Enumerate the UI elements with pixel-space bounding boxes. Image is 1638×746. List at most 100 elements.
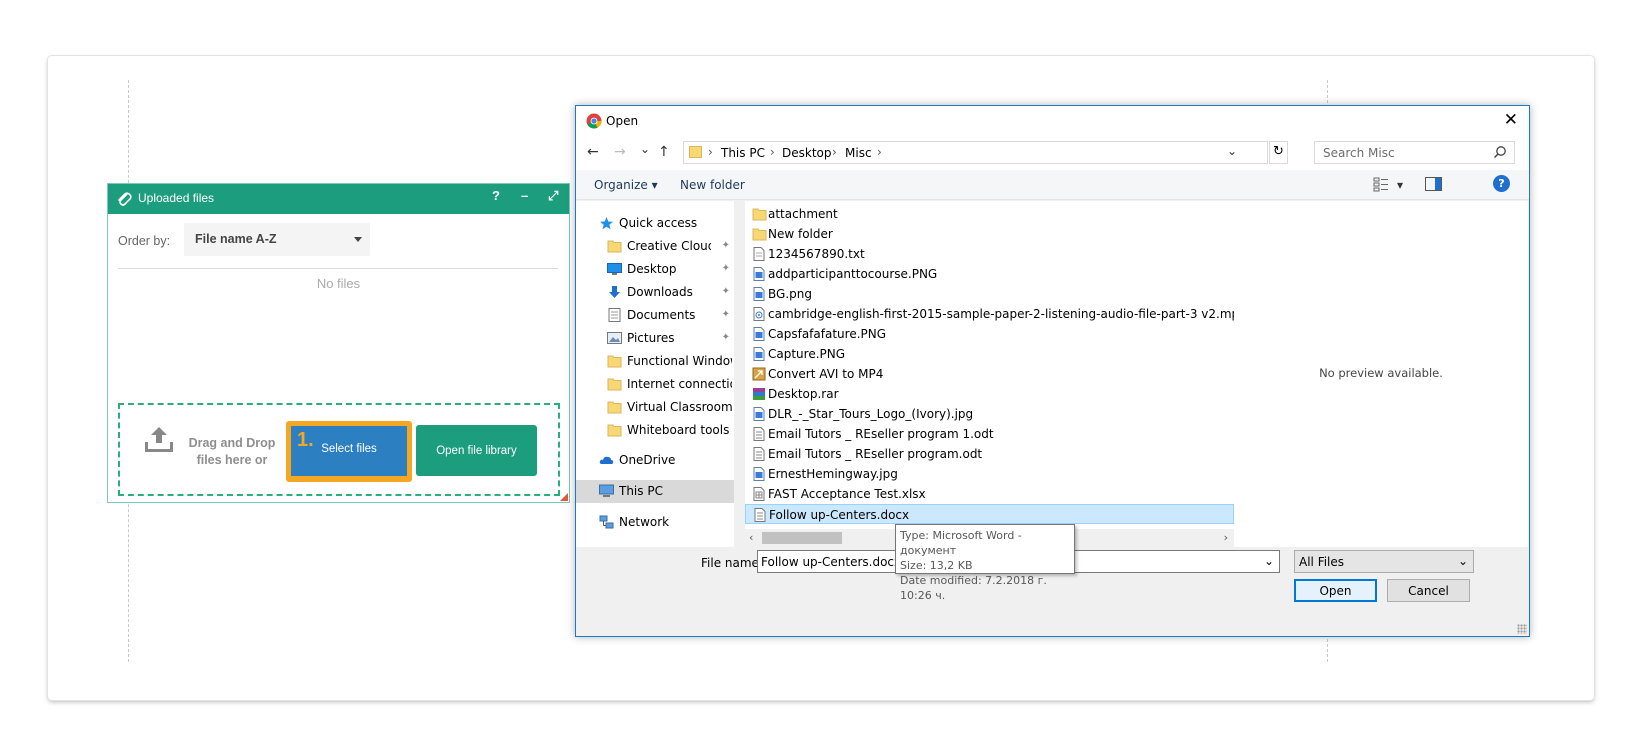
order-by-select[interactable]: File name A-Z bbox=[184, 223, 370, 256]
document-file-icon bbox=[752, 427, 765, 441]
nav-item-pictures[interactable]: Pictures ✦ bbox=[576, 327, 734, 350]
file-name: addparticipanttocourse.PNG bbox=[768, 267, 938, 281]
file-row[interactable]: 1234567890.txt bbox=[745, 244, 1234, 264]
nav-item-quick-access[interactable]: Quick access bbox=[576, 212, 734, 235]
file-row[interactable]: DLR_-_Star_Tours_Logo_(Ivory).jpg bbox=[745, 404, 1234, 424]
file-row[interactable]: New folder bbox=[745, 224, 1234, 244]
file-type-select[interactable]: All Files ⌄ bbox=[1294, 550, 1474, 573]
help-icon[interactable]: ? bbox=[1493, 175, 1510, 192]
file-row[interactable]: Convert AVI to MP4 bbox=[745, 364, 1234, 384]
file-row[interactable]: Capture.PNG bbox=[745, 344, 1234, 364]
folder-icon bbox=[607, 400, 622, 414]
up-button[interactable]: ↑ bbox=[658, 144, 670, 160]
pin-icon[interactable]: ✦ bbox=[722, 309, 730, 320]
file-row[interactable]: cambridge-english-first-2015-sample-pape… bbox=[745, 304, 1234, 324]
help-button[interactable]: ? bbox=[492, 188, 500, 203]
organize-menu[interactable]: Organize ▾ bbox=[594, 178, 658, 192]
breadcrumb-this-pc[interactable]: This PC bbox=[721, 146, 765, 160]
refresh-button[interactable]: ↻ bbox=[1269, 141, 1288, 164]
address-separator: › bbox=[770, 145, 775, 159]
file-row[interactable]: Desktop.rar bbox=[745, 384, 1234, 404]
file-name: Convert AVI to MP4 bbox=[768, 367, 884, 381]
address-dropdown[interactable]: ⌄ bbox=[1227, 144, 1237, 158]
spreadsheet-file-icon bbox=[752, 487, 765, 501]
preview-text: No preview available. bbox=[1319, 366, 1443, 380]
file-row[interactable]: ErnestHemingway.jpg bbox=[745, 464, 1234, 484]
empty-state-text: No files bbox=[316, 276, 361, 291]
file-name: attachment bbox=[768, 207, 838, 221]
preview-pane-icon[interactable] bbox=[1425, 177, 1442, 191]
address-bar[interactable]: › This PC › Desktop › Misc › ⌄ bbox=[683, 141, 1268, 164]
network-icon bbox=[599, 515, 614, 529]
paperclip-icon bbox=[118, 192, 132, 206]
nav-item-downloads[interactable]: Downloads ✦ bbox=[576, 281, 734, 304]
folder-icon bbox=[752, 227, 767, 241]
file-row[interactable]: BG.png bbox=[745, 284, 1234, 304]
file-type-value: All Files bbox=[1299, 555, 1345, 569]
recent-locations-button[interactable]: ⌄ bbox=[640, 142, 650, 156]
nav-item-creative-cloud-f[interactable]: Creative Cloud F ✦ bbox=[576, 235, 734, 258]
command-bar: Organize ▾ New folder ▾ ? bbox=[576, 170, 1529, 200]
pin-icon[interactable]: ✦ bbox=[722, 263, 730, 274]
order-by-value: File name A-Z bbox=[195, 232, 277, 246]
expand-button[interactable]: ⤢ bbox=[548, 188, 558, 204]
scroll-right-icon[interactable]: › bbox=[1224, 531, 1228, 544]
nav-item-virtual-classroom[interactable]: Virtual Classroom – bbox=[576, 396, 734, 419]
nav-item-network[interactable]: Network bbox=[576, 511, 734, 534]
resize-handle[interactable] bbox=[560, 493, 568, 501]
nav-item-label: Creative Cloud F bbox=[627, 239, 711, 253]
file-name-label: File name: bbox=[701, 556, 763, 570]
file-row[interactable]: FAST Acceptance Test.xlsx bbox=[745, 484, 1234, 504]
back-button[interactable]: ← bbox=[587, 144, 599, 160]
breadcrumb-desktop[interactable]: Desktop bbox=[782, 146, 832, 160]
pin-icon[interactable]: ✦ bbox=[722, 240, 730, 251]
cancel-button[interactable]: Cancel bbox=[1387, 579, 1470, 602]
upload-icon bbox=[145, 427, 173, 452]
address-separator: › bbox=[877, 145, 882, 159]
file-row[interactable]: Capsfafafature.PNG bbox=[745, 324, 1234, 344]
breadcrumb-misc[interactable]: Misc bbox=[845, 146, 872, 160]
resize-grip[interactable] bbox=[1517, 624, 1527, 634]
nav-item-documents[interactable]: Documents ✦ bbox=[576, 304, 734, 327]
new-folder-button[interactable]: New folder bbox=[680, 178, 745, 192]
pin-icon[interactable]: ✦ bbox=[722, 286, 730, 297]
scroll-left-icon[interactable]: ‹ bbox=[749, 531, 753, 544]
documents-icon bbox=[607, 308, 622, 322]
forward-button[interactable]: → bbox=[614, 144, 626, 160]
nav-item-internet-connection[interactable]: Internet connection bbox=[576, 373, 734, 396]
folder-icon bbox=[607, 239, 622, 253]
pin-icon[interactable]: ✦ bbox=[722, 332, 730, 343]
scrollbar-thumb[interactable] bbox=[762, 532, 842, 544]
view-dropdown[interactable]: ▾ bbox=[1397, 178, 1403, 192]
file-row[interactable]: Follow up-Centers.docx bbox=[745, 504, 1234, 524]
file-row[interactable]: attachment bbox=[745, 204, 1234, 224]
navigation-pane: Quick accessCreative Cloud F✦Desktop✦Dow… bbox=[576, 201, 734, 547]
open-button[interactable]: Open bbox=[1294, 579, 1377, 602]
nav-item-label: Virtual Classroom – bbox=[627, 400, 732, 414]
select-files-button[interactable]: 1. Select files bbox=[291, 426, 407, 476]
file-name: BG.png bbox=[768, 287, 812, 301]
file-row[interactable]: Email Tutors _ REseller program.odt bbox=[745, 444, 1234, 464]
panel-title: Uploaded files bbox=[138, 191, 215, 205]
chevron-down-icon[interactable]: ⌄ bbox=[1264, 554, 1274, 568]
file-row[interactable]: addparticipanttocourse.PNG bbox=[745, 264, 1234, 284]
nav-item-this-pc[interactable]: This PC bbox=[576, 480, 734, 503]
nav-item-functional-window[interactable]: Functional Window bbox=[576, 350, 734, 373]
drop-zone[interactable]: Drag and Drop files here or 1. Select fi… bbox=[118, 403, 560, 496]
open-file-library-button[interactable]: Open file library bbox=[416, 425, 537, 476]
file-row[interactable]: Email Tutors _ REseller program 1.odt bbox=[745, 424, 1234, 444]
view-options-icon[interactable] bbox=[1373, 176, 1389, 192]
folder-icon bbox=[607, 377, 622, 391]
audio-file-icon bbox=[752, 307, 765, 321]
search-input[interactable] bbox=[1314, 141, 1515, 164]
nav-item-desktop[interactable]: Desktop ✦ bbox=[576, 258, 734, 281]
nav-item-onedrive[interactable]: OneDrive bbox=[576, 449, 734, 472]
file-name: Email Tutors _ REseller program.odt bbox=[768, 447, 983, 461]
nav-item-whiteboard-tools[interactable]: Whiteboard tools bbox=[576, 419, 734, 442]
nav-item-label: Desktop bbox=[627, 262, 677, 276]
image-file-icon bbox=[752, 407, 765, 421]
address-separator: › bbox=[708, 145, 713, 159]
page: Uploaded files ? – ⤢ Order by: File name… bbox=[0, 0, 1638, 746]
minimize-button[interactable]: – bbox=[521, 188, 528, 203]
close-icon[interactable]: ✕ bbox=[1504, 110, 1518, 130]
